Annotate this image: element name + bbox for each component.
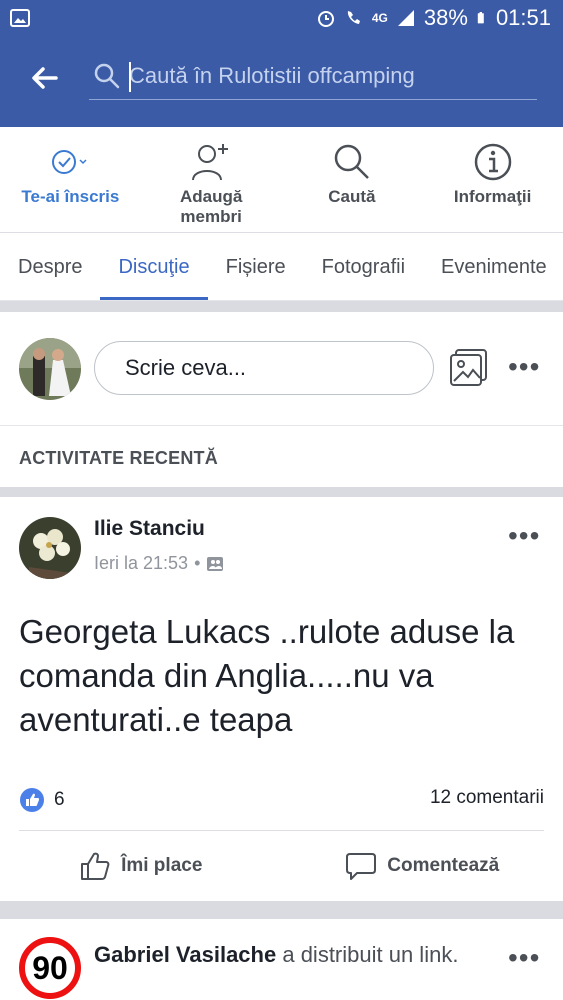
author-avatar[interactable] bbox=[19, 517, 81, 579]
search-group-button[interactable]: Caută bbox=[282, 127, 423, 232]
recent-activity-heading: ACTIVITATE RECENTĂ bbox=[19, 448, 218, 468]
add-members-label: Adaugă membri bbox=[179, 187, 243, 226]
tab-about[interactable]: Despre bbox=[0, 233, 100, 300]
joined-label: Te-ai înscris bbox=[21, 187, 120, 206]
speed-sign-text: 90 bbox=[32, 949, 68, 986]
like-button[interactable]: Îmi place bbox=[0, 831, 282, 901]
post-options-icon[interactable]: ••• bbox=[508, 944, 540, 972]
tab-files[interactable]: Fișiere bbox=[208, 233, 304, 300]
back-arrow-icon[interactable] bbox=[28, 62, 60, 94]
post-body: Georgeta Lukacs ..rulote aduse la comand… bbox=[19, 613, 515, 738]
battery-percent: 38% bbox=[423, 5, 468, 30]
like-reaction-icon bbox=[20, 788, 44, 812]
feed-post: 90 Gabriel Vasilache a distribuit un lin… bbox=[0, 919, 563, 1000]
group-tabs: Despre Discuţie Fișiere Fotografii Eveni… bbox=[0, 233, 563, 301]
post-actions: Îmi place Comentează bbox=[0, 831, 563, 901]
add-members-button[interactable]: Adaugă membri bbox=[141, 127, 282, 232]
meta-separator: • bbox=[194, 553, 201, 573]
search-group-label: Caută bbox=[328, 187, 376, 206]
section-divider bbox=[0, 901, 563, 919]
comment-button[interactable]: Comentează bbox=[282, 831, 563, 901]
search-field[interactable] bbox=[89, 56, 537, 100]
post-author[interactable]: Gabriel Vasilache bbox=[94, 942, 276, 967]
post-meta: Ieri la 21:53 • bbox=[94, 553, 224, 574]
gallery-notification-icon bbox=[10, 9, 30, 27]
search-bar bbox=[0, 38, 563, 127]
tab-discussion[interactable]: Discuţie bbox=[100, 233, 208, 300]
comment-icon bbox=[346, 853, 377, 880]
like-count: 6 bbox=[54, 789, 65, 810]
more-options-icon[interactable]: ••• bbox=[508, 353, 540, 381]
post-timestamp[interactable]: Ieri la 21:53 bbox=[94, 553, 188, 574]
info-button[interactable]: Informaţii bbox=[422, 127, 563, 232]
search-input[interactable] bbox=[129, 58, 529, 94]
check-circle-icon bbox=[52, 150, 87, 174]
section-divider bbox=[0, 301, 563, 312]
group-audience-icon bbox=[207, 556, 224, 571]
info-label: Informaţii bbox=[453, 187, 532, 206]
post-action-text: a distribuit un link. bbox=[276, 942, 459, 967]
battery-icon bbox=[477, 12, 484, 24]
post-options-icon[interactable]: ••• bbox=[508, 522, 540, 550]
alarm-icon bbox=[317, 11, 334, 27]
post-composer: Scrie ceva... ••• bbox=[0, 312, 563, 426]
text-cursor bbox=[129, 62, 131, 92]
joined-button[interactable]: Te-ai înscris bbox=[0, 127, 141, 232]
status-bar: 4G 38% 01:51 bbox=[0, 0, 563, 38]
tab-photos[interactable]: Fotografii bbox=[304, 233, 423, 300]
signal-icon bbox=[397, 10, 414, 26]
tab-events[interactable]: Evenimente bbox=[423, 233, 563, 300]
comment-count[interactable]: 12 comentarii bbox=[430, 787, 544, 809]
post-header-text: Gabriel Vasilache a distribuit un link. bbox=[94, 939, 494, 970]
photo-icon[interactable] bbox=[449, 348, 489, 386]
comment-label: Comentează bbox=[387, 855, 500, 876]
write-something-input[interactable]: Scrie ceva... bbox=[94, 341, 434, 395]
like-label: Îmi place bbox=[121, 855, 203, 876]
wifi-call-icon bbox=[347, 11, 360, 24]
post-author[interactable]: Ilie Stanciu bbox=[94, 517, 205, 541]
author-avatar[interactable]: 90 bbox=[19, 937, 81, 999]
add-person-icon bbox=[192, 144, 229, 181]
feed-post: Ilie Stanciu Ieri la 21:53 • ••• Georget… bbox=[0, 497, 563, 901]
reactions-summary[interactable]: 6 bbox=[19, 787, 65, 813]
group-actions: Te-ai înscris Adaugă membri Caută Inform… bbox=[0, 127, 563, 233]
avatar[interactable] bbox=[19, 338, 81, 400]
section-divider bbox=[0, 487, 563, 497]
clock: 01:51 bbox=[495, 5, 551, 30]
search-icon bbox=[334, 144, 369, 179]
thumbs-up-icon bbox=[81, 852, 110, 880]
network-type: 4G bbox=[371, 11, 388, 25]
info-icon bbox=[474, 143, 511, 181]
search-icon bbox=[94, 63, 120, 89]
